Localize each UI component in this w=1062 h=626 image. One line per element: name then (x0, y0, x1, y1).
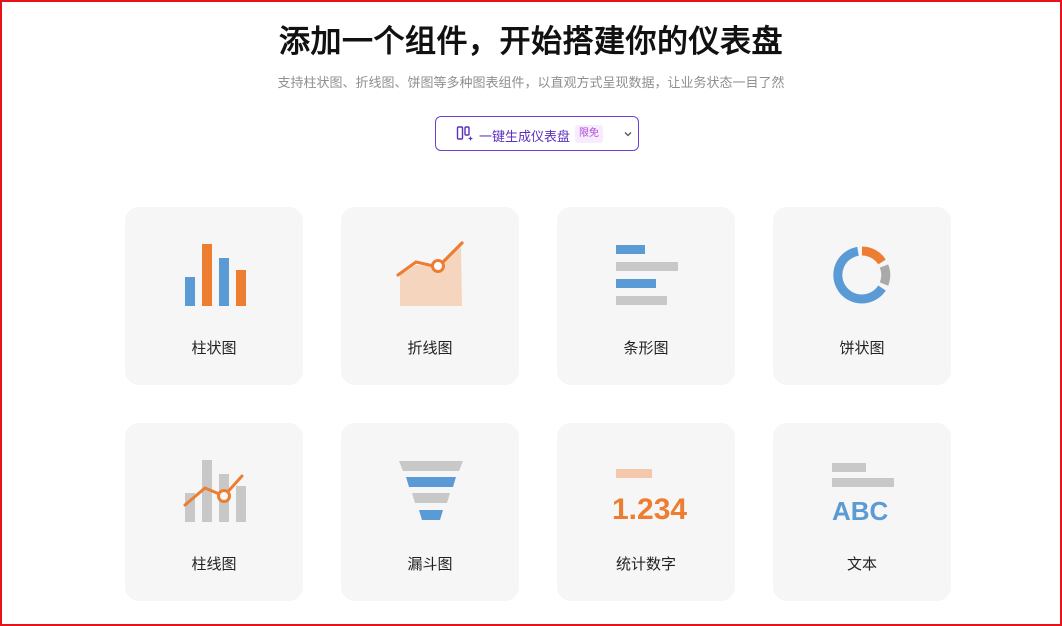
component-card-statistic-number[interactable]: 1.234 统计数字 (557, 423, 735, 601)
magic-dashboard-icon (456, 126, 473, 141)
card-label: 漏斗图 (407, 555, 453, 573)
component-card-horizontal-bar-chart[interactable]: 条形图 (557, 207, 735, 385)
bar-chart-icon (185, 244, 246, 306)
free-badge: 限免 (575, 125, 603, 143)
page-title: 添加一个组件，开始搭建你的仪表盘 (279, 24, 783, 60)
card-label: 条形图 (623, 339, 669, 357)
card-label: 柱线图 (191, 555, 237, 573)
component-card-bar-chart[interactable]: 柱状图 (125, 207, 303, 385)
page-frame: 添加一个组件，开始搭建你的仪表盘 支持柱状图、折线图、饼图等多种图表组件，以直观… (0, 0, 1062, 626)
bar-line-chart-icon (183, 460, 246, 522)
statistic-number-icon: 1.234 (612, 469, 687, 526)
component-card-funnel-chart[interactable]: 漏斗图 (341, 423, 519, 601)
generate-dashboard-label: 一键生成仪表盘 (479, 130, 571, 145)
line-chart-icon (396, 241, 464, 306)
component-card-text[interactable]: ABC 文本 (773, 423, 951, 601)
card-label: 文本 (846, 555, 877, 573)
statistic-sample-value: 1.234 (612, 493, 687, 526)
card-label: 折线图 (407, 339, 453, 357)
card-label: 柱状图 (191, 339, 237, 357)
component-card-bar-line-chart[interactable]: 柱线图 (125, 423, 303, 601)
pie-chart-icon (833, 246, 891, 304)
chevron-down-icon[interactable] (623, 129, 633, 139)
page-subtitle: 支持柱状图、折线图、饼图等多种图表组件，以直观方式呈现数据，让业务状态一目了然 (277, 76, 785, 91)
component-card-line-chart[interactable]: 折线图 (341, 207, 519, 385)
card-label: 饼状图 (839, 339, 885, 357)
card-label: 统计数字 (615, 555, 676, 573)
text-icon: ABC (832, 463, 894, 526)
horizontal-bar-chart-icon (616, 245, 678, 305)
component-card-pie-chart[interactable]: 饼状图 (773, 207, 951, 385)
text-sample: ABC (832, 496, 889, 526)
generate-dashboard-button[interactable]: 一键生成仪表盘 限免 (435, 116, 639, 151)
funnel-chart-icon (399, 461, 463, 520)
